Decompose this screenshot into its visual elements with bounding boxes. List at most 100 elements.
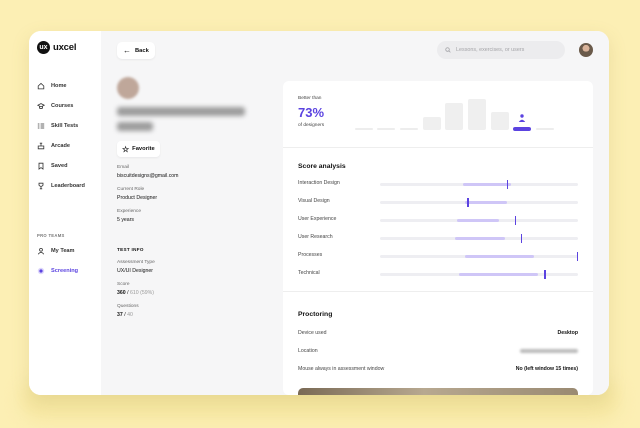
divider	[283, 147, 593, 148]
sidebar-item-label: Screening	[51, 268, 79, 274]
user-avatar[interactable]	[579, 43, 593, 57]
score-analysis-label: User Research	[298, 234, 333, 240]
score-track	[380, 198, 578, 207]
email-field: Email biscuitdesigns@gmail.com	[117, 165, 277, 179]
questions-total: 40	[127, 312, 133, 318]
back-button[interactable]: ← Back	[117, 42, 155, 59]
main-content: ← Back Lessons, exercises, or users ☆ Fa…	[101, 31, 609, 395]
bookmark-icon	[38, 162, 44, 170]
score-value: 360 / 610 (59%)	[117, 290, 277, 296]
sidebar-item-label: Leaderboard	[51, 183, 85, 189]
search-input[interactable]: Lessons, exercises, or users	[437, 41, 565, 59]
sidebar-item-label: Arcade	[51, 143, 70, 149]
score-number: 360	[117, 290, 126, 296]
sidebar-item-my-team[interactable]: My Team	[37, 247, 75, 255]
score-track	[380, 252, 578, 261]
score-track	[380, 270, 578, 279]
experience-label: Experience	[117, 209, 141, 214]
candidate-avatar	[117, 77, 139, 99]
sidebar-item-saved[interactable]: Saved	[37, 162, 67, 170]
score-marker	[467, 198, 469, 207]
score-separator: /	[127, 290, 129, 296]
score-range-bar	[457, 219, 499, 222]
distribution-bar	[400, 128, 418, 130]
score-track	[380, 234, 578, 243]
sidebar-item-home[interactable]: Home	[37, 82, 67, 90]
sidebar-item-label: Saved	[51, 163, 68, 169]
results-card: Better than 73% of designers Score analy…	[283, 81, 593, 395]
score-analysis-row: Visual Design	[298, 197, 578, 207]
score-analysis-label: User Experience	[298, 216, 337, 222]
score-analysis-label: Technical	[298, 270, 320, 276]
assessment-value: UX/UI Designer	[117, 268, 154, 274]
score-track	[380, 180, 578, 189]
score-range-bar	[459, 273, 539, 276]
candidate-name-redacted	[117, 107, 247, 135]
brand-logo[interactable]: ux uxcel	[37, 41, 76, 54]
trophy-icon	[38, 182, 44, 190]
brand-name: uxcel	[53, 42, 77, 53]
test-info-title: TEST INFO	[117, 247, 144, 252]
questions-field: Questions 37 / 40	[117, 304, 277, 318]
assessment-field: Assessment Type UX/UI Designer	[117, 260, 277, 274]
role-field: Current Role Product Designer	[117, 187, 277, 201]
sidebar-item-skill-tests[interactable]: Skill Tests	[37, 122, 78, 130]
score-analysis-title: Score analysis	[298, 163, 346, 170]
courses-icon	[37, 103, 45, 109]
questions-value: 37 / 40	[117, 312, 277, 318]
score-analysis-row: Processes	[298, 251, 578, 261]
sidebar-item-leaderboard[interactable]: Leaderboard	[37, 182, 85, 190]
score-marker	[576, 252, 578, 261]
favorite-button[interactable]: ☆ Favorite	[117, 141, 160, 157]
location-value-redacted	[520, 349, 578, 353]
score-field: Score 360 / 610 (59%)	[117, 282, 277, 296]
sidebar-item-screening[interactable]: Screening	[37, 267, 78, 275]
distribution-bar	[445, 103, 463, 130]
team-icon	[37, 247, 45, 255]
score-analysis-row: Technical	[298, 269, 578, 279]
proctoring-title: Proctoring	[298, 311, 333, 318]
proctoring-label: Location	[298, 348, 318, 354]
app-window: ux uxcel Home Courses Skill Tests Arcade…	[29, 31, 609, 395]
assessment-label: Assessment Type	[117, 260, 155, 265]
distribution-bar	[536, 128, 554, 130]
search-placeholder: Lessons, exercises, or users	[456, 47, 525, 53]
distribution-bar	[355, 128, 373, 130]
distribution-bar	[423, 117, 441, 130]
distribution-bar	[491, 112, 509, 130]
star-icon: ☆	[122, 144, 130, 154]
distribution-bar-highlight	[513, 127, 531, 131]
distribution-bar	[377, 128, 395, 130]
experience-field: Experience 5 years	[117, 209, 277, 223]
score-marker	[506, 180, 509, 189]
questions-separator: /	[124, 312, 126, 318]
back-button-label: Back	[135, 47, 149, 54]
candidate-position-icon	[518, 114, 526, 122]
score-range-bar	[465, 255, 535, 258]
sidebar-item-label: My Team	[51, 248, 75, 254]
sidebar-item-arcade[interactable]: Arcade	[37, 142, 70, 150]
divider	[283, 291, 593, 292]
score-analysis-label: Interaction Design	[298, 180, 340, 186]
sidebar-item-label: Skill Tests	[51, 123, 79, 129]
questions-label: Questions	[117, 304, 139, 309]
favorite-button-label: Favorite	[132, 146, 155, 152]
candidate-profile: ☆ Favorite Email biscuitdesigns@gmail.co…	[117, 77, 277, 318]
proctoring-snapshot[interactable]	[298, 388, 578, 395]
distribution-bar	[468, 99, 486, 130]
score-marker	[514, 216, 517, 225]
score-analysis-row: User Experience	[298, 215, 578, 225]
score-range-bar	[465, 201, 507, 204]
logo-icon: ux	[37, 41, 50, 54]
sidebar-item-label: Home	[51, 83, 67, 89]
arcade-icon	[37, 142, 45, 150]
score-analysis-row: User Research	[298, 233, 578, 243]
search-icon	[445, 47, 451, 53]
role-label: Current Role	[117, 187, 145, 192]
proctoring-label: Mouse always in assessment window	[298, 366, 385, 372]
experience-value: 5 years	[117, 217, 135, 223]
score-marker	[520, 234, 523, 243]
skill-tests-icon	[37, 123, 45, 129]
sidebar-item-courses[interactable]: Courses	[37, 102, 73, 110]
score-range-bar	[463, 183, 511, 186]
